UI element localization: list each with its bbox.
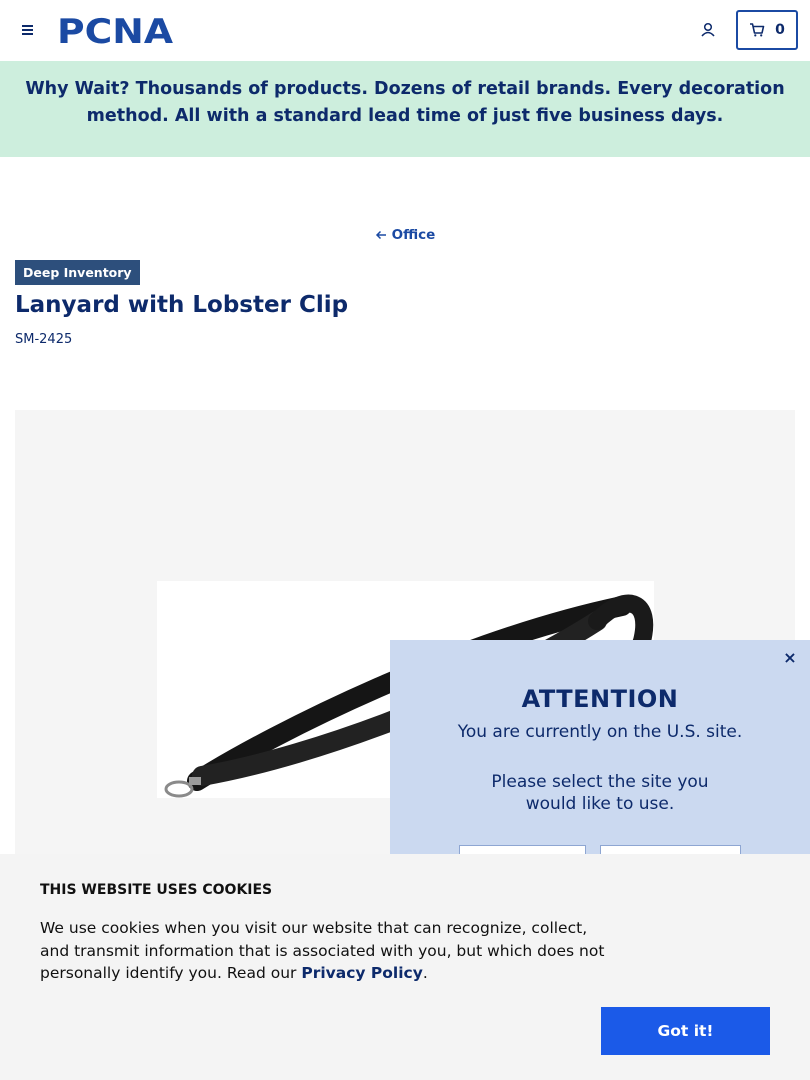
modal-current-site-text: You are currently on the U.S. site.	[457, 722, 743, 742]
promo-text: Why Wait? Thousands of products. Dozens …	[25, 79, 785, 126]
promo-banner: Why Wait? Thousands of products. Dozens …	[0, 61, 810, 157]
close-icon[interactable]: ×	[780, 648, 800, 668]
breadcrumb-back-link[interactable]: Office	[375, 227, 436, 243]
cookie-text: We use cookies when you visit our websit…	[40, 917, 620, 985]
product-sku: SM-2425	[15, 332, 73, 347]
product-title: Lanyard with Lobster Clip	[15, 292, 349, 318]
breadcrumb: Office	[0, 225, 810, 244]
site-selection-modal: × ATTENTION You are currently on the U.S…	[390, 640, 810, 885]
cart-count: 0	[775, 22, 785, 38]
cart-button[interactable]: 0	[736, 10, 798, 50]
cookie-period: .	[422, 964, 428, 982]
svg-text:PCNA: PCNA	[57, 14, 174, 46]
breadcrumb-label: Office	[391, 227, 436, 243]
pcna-logo[interactable]: PCNA	[57, 14, 177, 46]
site-header: PCNA 0	[0, 0, 810, 61]
modal-title: ATTENTION	[521, 685, 679, 713]
modal-select-site-text: Please select the site you would like to…	[491, 772, 709, 814]
accept-cookies-button[interactable]: Got it!	[601, 1007, 770, 1055]
shopping-cart-icon	[750, 23, 765, 37]
cookie-title: THIS WEBSITE USES COOKIES	[40, 882, 273, 898]
arrow-left-icon	[375, 230, 386, 240]
user-account-icon[interactable]	[697, 19, 719, 41]
hamburger-menu-icon[interactable]	[18, 20, 38, 40]
privacy-policy-link[interactable]: Privacy Policy	[301, 964, 423, 982]
cookie-banner: THIS WEBSITE USES COOKIES We use cookies…	[0, 854, 810, 1080]
inventory-badge: Deep Inventory	[15, 260, 140, 285]
